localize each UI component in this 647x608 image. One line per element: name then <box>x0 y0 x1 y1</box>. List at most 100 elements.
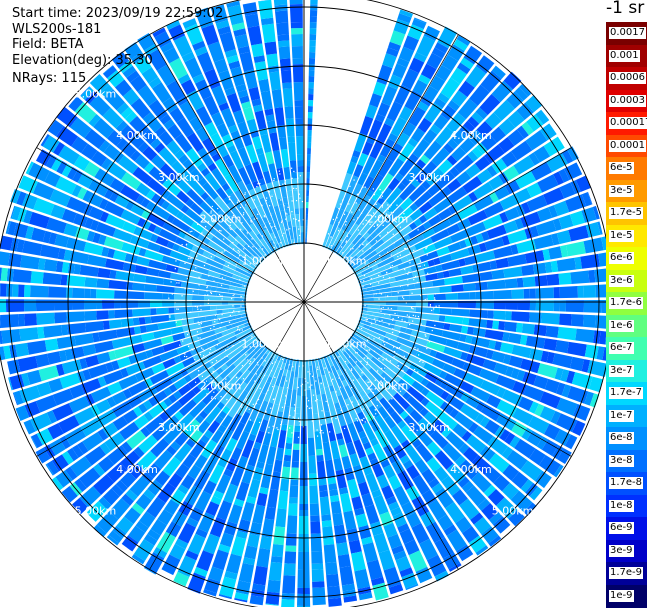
speckle <box>228 321 231 323</box>
beta-gate <box>320 387 326 395</box>
beta-gate <box>306 184 310 191</box>
speckle <box>272 425 274 427</box>
beta-gate <box>234 304 247 308</box>
speckle <box>181 295 183 297</box>
speckle <box>272 311 274 314</box>
speckle <box>406 248 408 250</box>
beta-gate <box>283 166 291 180</box>
speckle <box>286 229 288 231</box>
beta-gate <box>71 299 85 310</box>
range-ring-label: 4.00km <box>116 463 158 476</box>
speckle <box>200 323 202 325</box>
speckle <box>339 203 341 205</box>
speckle <box>418 266 420 268</box>
beta-gate <box>267 488 279 509</box>
speckle <box>177 308 179 310</box>
beta-gate <box>325 561 338 576</box>
speckle <box>297 307 300 309</box>
speckle <box>264 360 266 362</box>
speckle <box>239 279 241 281</box>
speckle <box>399 254 401 256</box>
beta-gate <box>96 278 110 289</box>
colorbar-label: 1.7e-5 <box>609 207 644 220</box>
beta-gate <box>47 351 62 365</box>
speckle <box>274 361 276 363</box>
speckle <box>183 352 185 355</box>
beta-gate <box>305 226 308 233</box>
beta-gate <box>316 454 324 462</box>
beta-gate <box>87 254 107 268</box>
speckle <box>264 226 266 228</box>
speckle <box>267 389 269 391</box>
beta-gate <box>132 308 151 317</box>
speckle <box>382 307 384 309</box>
beta-gate <box>577 285 584 298</box>
beta-gate <box>229 285 236 290</box>
speckle <box>420 360 422 362</box>
speckle <box>196 331 199 333</box>
beta-gate <box>115 270 135 282</box>
speckle <box>320 424 323 426</box>
speckle <box>301 200 303 203</box>
beta-gate <box>535 287 554 299</box>
beta-gate <box>305 214 308 221</box>
beta-gate <box>174 306 193 314</box>
speckle <box>271 195 273 197</box>
speckle <box>287 206 289 208</box>
beta-gate <box>315 448 324 456</box>
speckle <box>265 199 267 202</box>
beta-gate <box>136 256 150 267</box>
beta-gate <box>474 346 488 358</box>
beta-gate <box>306 178 310 185</box>
speckle <box>364 186 366 188</box>
speckle <box>256 186 258 188</box>
speckle <box>359 191 362 193</box>
speckle <box>281 235 284 237</box>
beta-gate <box>338 444 349 458</box>
beta-gate <box>582 314 596 328</box>
speckle <box>311 420 313 422</box>
beta-gate <box>234 294 241 298</box>
speckle <box>412 308 414 310</box>
beta-gate <box>307 136 312 143</box>
speckle <box>280 368 282 370</box>
speckle <box>187 345 190 347</box>
speckle <box>408 323 411 326</box>
speckle <box>277 428 279 431</box>
speckle <box>208 275 210 277</box>
speckle <box>224 356 226 358</box>
beta-gate <box>288 142 297 161</box>
speckle <box>363 280 365 282</box>
speckle <box>261 309 263 311</box>
beta-gate <box>295 407 301 414</box>
beta-gate <box>289 0 303 5</box>
speckle <box>206 290 208 292</box>
beta-gate <box>309 40 316 47</box>
beta-gate <box>132 282 146 291</box>
speckle <box>293 218 295 220</box>
speckle <box>263 320 265 323</box>
colorbar-label: 1e-6 <box>609 319 634 332</box>
speckle <box>261 248 264 250</box>
speckle <box>324 315 326 317</box>
beta-gate <box>541 312 560 325</box>
speckle <box>233 293 235 295</box>
speckle <box>390 308 392 310</box>
beta-gate <box>556 257 577 272</box>
speckle <box>281 220 283 222</box>
beta-gate <box>276 22 289 36</box>
speckle <box>287 386 289 389</box>
colorbar-label: 1e-9 <box>609 589 634 602</box>
beta-gate <box>546 273 560 286</box>
speckle <box>213 364 215 366</box>
speckle <box>382 276 385 278</box>
speckle <box>352 248 354 250</box>
field-name-text: Field: BETA <box>12 37 84 52</box>
speckle <box>389 266 392 268</box>
speckle <box>257 183 259 185</box>
speckle <box>403 298 405 300</box>
speckle <box>362 286 364 288</box>
speckle <box>359 286 361 288</box>
beta-gate <box>399 327 407 333</box>
speckle <box>221 295 223 297</box>
